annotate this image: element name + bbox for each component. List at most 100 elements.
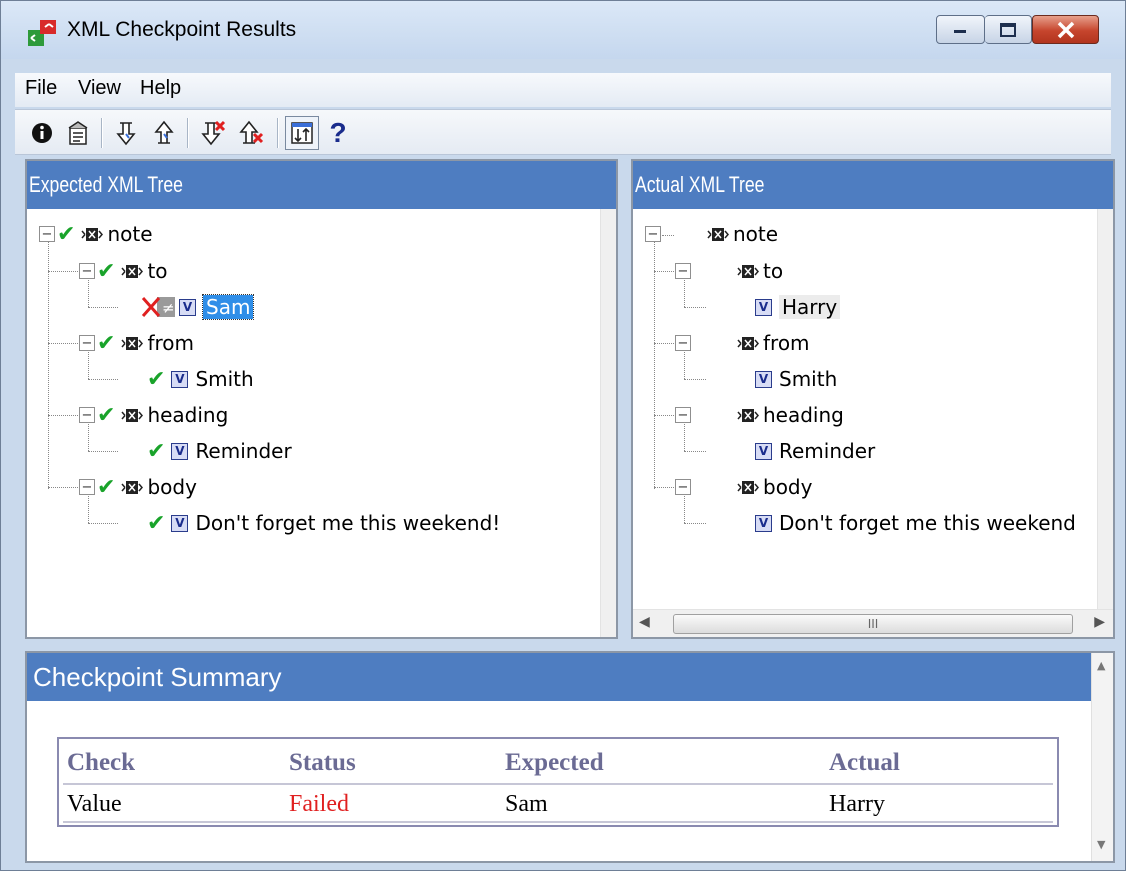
expected-tree[interactable]: − ✔ note − ✔ to ≠ V Sam − ✔ from ✔ V Smi… [27, 209, 616, 637]
scroll-left-arrow-icon[interactable]: ◀ [639, 614, 650, 630]
actual-tree[interactable]: − note − to V Harry − from V Smith − hea… [633, 209, 1113, 609]
expected-tree-header: Expected XML Tree [27, 161, 616, 209]
tree-node-body[interactable]: − body [675, 472, 812, 502]
menu-file[interactable]: File [25, 77, 57, 100]
xml-value-icon: V [755, 298, 772, 316]
tree-node-value-body[interactable]: ✔ V Don't forget me this weekend! [145, 508, 500, 538]
vertical-scrollbar[interactable]: ▲ ▼ [1091, 653, 1113, 861]
pass-check-icon: ✔ [97, 330, 116, 356]
info-button[interactable] [25, 116, 59, 150]
properties-icon [68, 121, 88, 145]
collapse-toggle[interactable]: − [675, 407, 691, 423]
actual-xml-tree-pane: Actual XML Tree − note − to V Harry − fr… [631, 159, 1115, 639]
tree-node-value-reminder[interactable]: V Reminder [751, 436, 875, 466]
tree-node-from[interactable]: − ✔ from [79, 328, 194, 358]
summary-table: Check Status Expected Actual Value Faile… [57, 737, 1059, 827]
node-label: note [107, 222, 153, 246]
node-label: heading [763, 403, 844, 427]
tree-node-to[interactable]: − ✔ to [79, 256, 168, 286]
menu-view[interactable]: View [78, 77, 121, 100]
horizontal-scrollbar[interactable]: ◀ III ▶ [633, 609, 1113, 637]
xml-value-icon: V [171, 442, 189, 460]
node-label: from [147, 331, 194, 355]
collapse-toggle[interactable]: − [39, 226, 55, 242]
window-title: XML Checkpoint Results [67, 18, 297, 41]
next-error-button[interactable] [197, 116, 231, 150]
row-divider [63, 821, 1053, 823]
node-label: Reminder [779, 439, 876, 463]
cell-check: Value [67, 791, 122, 817]
scroll-right-arrow-icon[interactable]: ▶ [1094, 614, 1105, 630]
menu-help[interactable]: Help [140, 77, 181, 100]
toolbar-separator [277, 118, 279, 148]
tree-node-value-smith[interactable]: ✔ V Smith [145, 364, 254, 394]
node-label: Reminder [195, 439, 292, 463]
cell-status-failed: Failed [289, 791, 349, 817]
scroll-up-arrow-icon[interactable]: ▲ [1097, 659, 1105, 672]
collapse-toggle[interactable]: − [675, 263, 691, 279]
maximize-icon [1000, 22, 1016, 37]
tree-node-from[interactable]: − from [675, 328, 810, 358]
next-down-button[interactable] [109, 116, 143, 150]
previous-up-icon [154, 120, 174, 144]
vertical-scrollbar[interactable] [600, 209, 616, 637]
node-label: Don't forget me this weekend [779, 511, 1076, 535]
pass-check-icon: ✔ [147, 510, 166, 536]
tree-node-to[interactable]: − to [675, 256, 783, 286]
close-button[interactable] [1032, 15, 1099, 44]
collapse-toggle[interactable]: − [79, 263, 95, 279]
minimize-button[interactable] [936, 15, 985, 44]
column-header-check: Check [67, 749, 136, 776]
tree-node-note[interactable]: − ✔ note [39, 219, 153, 249]
tree-node-value-reminder[interactable]: ✔ V Reminder [145, 436, 292, 466]
node-label: Smith [195, 367, 254, 391]
xml-element-icon [121, 408, 144, 422]
tree-node-heading[interactable]: − ✔ heading [79, 400, 228, 430]
app-icon [28, 20, 56, 46]
tree-node-value-harry[interactable]: V Harry [751, 292, 841, 322]
tree-node-value-sam[interactable]: ≠ V Sam [139, 292, 255, 322]
xml-element-icon [737, 264, 759, 278]
help-button[interactable]: ? [321, 116, 355, 150]
collapse-toggle[interactable]: − [79, 335, 95, 351]
xml-value-icon: V [755, 442, 772, 460]
xml-element-icon [737, 480, 759, 494]
collapse-toggle[interactable]: − [645, 226, 661, 242]
value-mismatch-icon: ≠ [139, 295, 175, 319]
tree-node-body[interactable]: − ✔ body [79, 472, 197, 502]
tree-node-note[interactable]: − note [645, 219, 778, 249]
previous-error-icon [239, 120, 264, 144]
node-label: to [147, 259, 168, 283]
properties-button[interactable] [61, 116, 95, 150]
node-label: Smith [779, 367, 838, 391]
expected-xml-tree-pane: Expected XML Tree − ✔ note − ✔ to ≠ V Sa… [25, 159, 618, 639]
sync-scroll-button[interactable] [285, 116, 319, 150]
xml-element-icon [737, 336, 759, 350]
node-label: body [147, 475, 197, 499]
column-header-status: Status [289, 749, 356, 776]
previous-up-button[interactable] [147, 116, 181, 150]
tree-node-value-smith[interactable]: V Smith [751, 364, 837, 394]
tree-node-value-body[interactable]: V Don't forget me this weekend [751, 508, 1076, 538]
collapse-toggle[interactable]: − [79, 407, 95, 423]
pass-check-icon: ✔ [97, 258, 116, 284]
xml-element-icon [707, 227, 729, 241]
summary-header: Checkpoint Summary [27, 653, 1091, 701]
previous-error-button[interactable] [235, 116, 269, 150]
sync-scroll-icon [291, 122, 313, 144]
collapse-toggle[interactable]: − [675, 335, 691, 351]
column-header-expected: Expected [505, 749, 604, 776]
scroll-thumb[interactable]: III [673, 614, 1073, 634]
actual-tree-header: Actual XML Tree [633, 161, 1113, 209]
pass-check-icon: ✔ [147, 366, 166, 392]
tree-node-heading[interactable]: − heading [675, 400, 844, 430]
maximize-button[interactable] [985, 15, 1032, 44]
collapse-toggle[interactable]: − [79, 479, 95, 495]
xml-checkpoint-window: XML Checkpoint Results File View Help ? … [0, 0, 1126, 871]
node-label: from [763, 331, 810, 355]
vertical-scrollbar[interactable] [1097, 209, 1113, 609]
collapse-toggle[interactable]: − [675, 479, 691, 495]
xml-value-icon: V [171, 370, 189, 388]
title-bar[interactable]: XML Checkpoint Results [1, 1, 1125, 59]
scroll-down-arrow-icon[interactable]: ▼ [1097, 838, 1105, 851]
